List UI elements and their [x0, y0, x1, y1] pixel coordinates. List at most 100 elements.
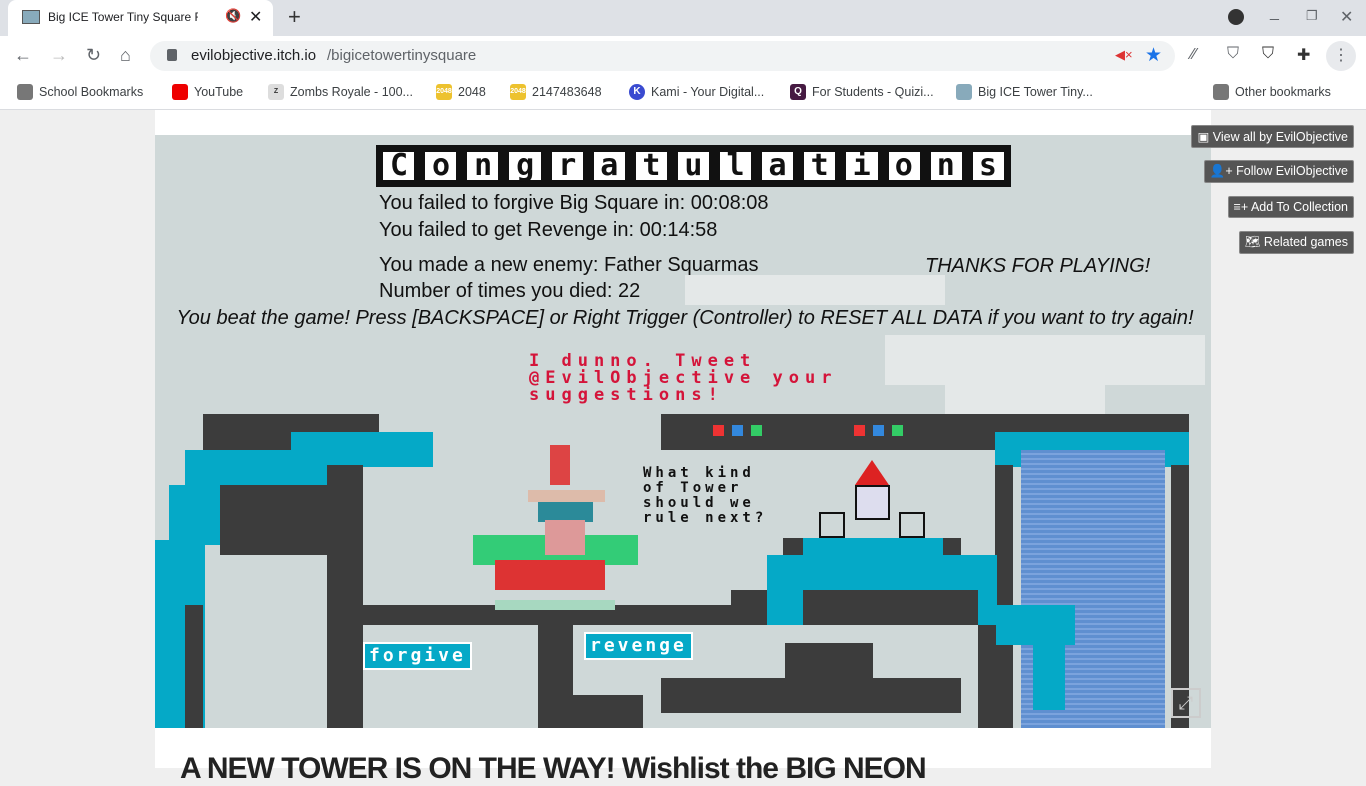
page-heading: A NEW TOWER IS ON THE WAY! Wishlist the … — [180, 752, 927, 785]
bookmark[interactable]: K Kami - Your Digital... — [629, 84, 764, 100]
view-all-button[interactable]: ▣ View all by EvilObjective — [1191, 125, 1354, 148]
bookmark[interactable]: 2048 2048 — [436, 84, 486, 100]
platform — [495, 600, 615, 610]
face — [538, 502, 593, 522]
close-window-icon[interactable]: ✕ — [1340, 7, 1353, 27]
square-minion — [899, 512, 925, 538]
button-label: Add To Collection — [1250, 200, 1348, 214]
forward-icon[interactable]: → — [50, 45, 68, 66]
map-icon: 🗺 — [1244, 235, 1264, 249]
follow-button[interactable]: 👤+ Follow EvilObjective — [1203, 160, 1354, 183]
game-canvas[interactable]: Congratulations You failed to forgive Bi… — [155, 135, 1211, 728]
page-body: A NEW TOWER IS ON THE WAY! Wishlist the … — [155, 728, 1211, 785]
button-label: Related games — [1263, 235, 1348, 249]
bookmark-label: YouTube — [194, 85, 244, 99]
bookmark-label: Zombs Royale - 100... — [290, 85, 413, 99]
zombs-icon: Z — [268, 84, 284, 100]
wall — [785, 643, 873, 678]
youtube-icon — [172, 84, 188, 100]
bookmark[interactable]: Z Zombs Royale - 100... — [268, 84, 413, 100]
bookmark-star-icon[interactable]: ★ — [1145, 44, 1162, 67]
question-text: What kind of Tower should we rule next? — [643, 465, 768, 526]
string-lights — [713, 425, 773, 439]
reset-instructions: You beat the game! Press [BACKSPACE] or … — [176, 307, 1194, 329]
revenge-time: You failed to get Revenge in: 00:14:58 — [379, 219, 718, 241]
favicon-icon — [22, 10, 40, 24]
shield-extension-icon[interactable]: ⛉ — [1227, 45, 1239, 63]
profile-icon[interactable] — [1228, 9, 1244, 25]
forgive-option[interactable]: forgive — [363, 642, 472, 670]
extension-icon[interactable]: ⁄⁄ — [1191, 46, 1196, 64]
muted-icon[interactable]: 🔇 — [225, 8, 241, 24]
bookmark-label: School Bookmarks — [39, 85, 144, 99]
wall — [327, 465, 363, 728]
death-count: Number of times you died: 22 — [379, 280, 641, 302]
fullscreen-icon[interactable]: ⤢ — [1171, 688, 1201, 718]
cloud — [885, 335, 1205, 385]
add-list-icon: ≡+ — [1233, 200, 1251, 214]
add-to-collection-button[interactable]: ≡+ Add To Collection — [1227, 196, 1354, 218]
hat-brim — [528, 490, 605, 502]
bookmark-folder[interactable]: School Bookmarks — [17, 84, 143, 100]
bookmarks-bar: School Bookmarks YouTube Z Zombs Royale -… — [0, 76, 1366, 110]
close-tab-icon[interactable]: ✕ — [249, 7, 262, 27]
bookmark-label: 2147483648 — [532, 85, 602, 99]
bookmark-label: 2048 — [458, 85, 486, 99]
sound-blocked-icon[interactable]: ◀× — [1115, 47, 1133, 63]
cloud — [685, 275, 945, 305]
restore-icon[interactable]: ❐ — [1306, 8, 1318, 24]
quizizz-icon: Q — [790, 84, 806, 100]
congratulations-title: Congratulations — [376, 145, 1011, 187]
address-bar[interactable]: evilobjective.itch.io /bigicetowertinysq… — [150, 41, 1175, 71]
folder-icon — [17, 84, 33, 100]
ice — [995, 605, 1075, 645]
browser-tab[interactable]: Big ICE Tower Tiny Square Fr 🔇 ✕ — [8, 0, 273, 36]
home-icon[interactable]: ⌂ — [120, 45, 131, 66]
wall — [661, 678, 961, 713]
url-host: evilobjective.itch.io — [191, 47, 317, 64]
santa-hat — [855, 460, 889, 485]
ice — [1033, 640, 1065, 710]
shield-extension-icon-2[interactable]: ⛉ — [1262, 45, 1274, 63]
thanks-text: THANKS FOR PLAYING! — [925, 255, 1151, 277]
tab-title: Big ICE Tower Tiny Square Fr — [48, 10, 198, 24]
other-bookmarks[interactable]: Other bookmarks — [1213, 84, 1331, 100]
tweet-text: I dunno. Tweet @EvilObjective your sugge… — [529, 351, 838, 405]
back-icon[interactable]: ← — [14, 45, 32, 66]
string-lights — [854, 425, 914, 439]
related-games-button[interactable]: 🗺 Related games — [1238, 231, 1354, 254]
santa-body — [495, 560, 605, 590]
revenge-option[interactable]: revenge — [584, 632, 693, 660]
wall — [803, 590, 978, 625]
2048-icon: 2048 — [510, 84, 526, 100]
square-minion — [819, 512, 845, 538]
url-path: /bigicetowertinysquare — [327, 47, 477, 64]
bookmark-label: Other bookmarks — [1235, 85, 1331, 99]
page-top — [155, 110, 1211, 135]
add-user-icon: 👤+ — [1209, 164, 1237, 178]
bookmark[interactable]: Q For Students - Quizi... — [790, 84, 934, 100]
game-favicon-icon — [956, 84, 972, 100]
ice — [803, 538, 943, 558]
puzzle-icon[interactable]: ✚ — [1297, 45, 1310, 65]
hat — [550, 445, 570, 485]
bookmark[interactable]: YouTube — [172, 84, 243, 100]
lock-icon — [167, 49, 177, 61]
reload-icon[interactable]: ↻ — [86, 45, 101, 66]
minimize-icon[interactable]: _ — [1270, 4, 1279, 22]
2048-icon: 2048 — [436, 84, 452, 100]
games-icon: ▣ — [1197, 130, 1213, 144]
wall — [978, 625, 996, 728]
wall — [185, 605, 203, 728]
forgive-time: You failed to forgive Big Square in: 00:… — [379, 192, 769, 214]
bookmark-label: Kami - Your Digital... — [651, 85, 765, 99]
button-label: Follow EvilObjective — [1236, 164, 1348, 178]
bookmark[interactable]: 2048 2147483648 — [510, 84, 602, 100]
santa-face — [545, 520, 585, 555]
father-squarmas — [855, 485, 890, 520]
wall — [995, 465, 1013, 728]
menu-icon[interactable]: ⋮ — [1326, 41, 1356, 71]
bookmark[interactable]: Big ICE Tower Tiny... — [956, 84, 1093, 100]
new-tab-icon[interactable]: + — [288, 4, 301, 30]
folder-icon — [1213, 84, 1229, 100]
